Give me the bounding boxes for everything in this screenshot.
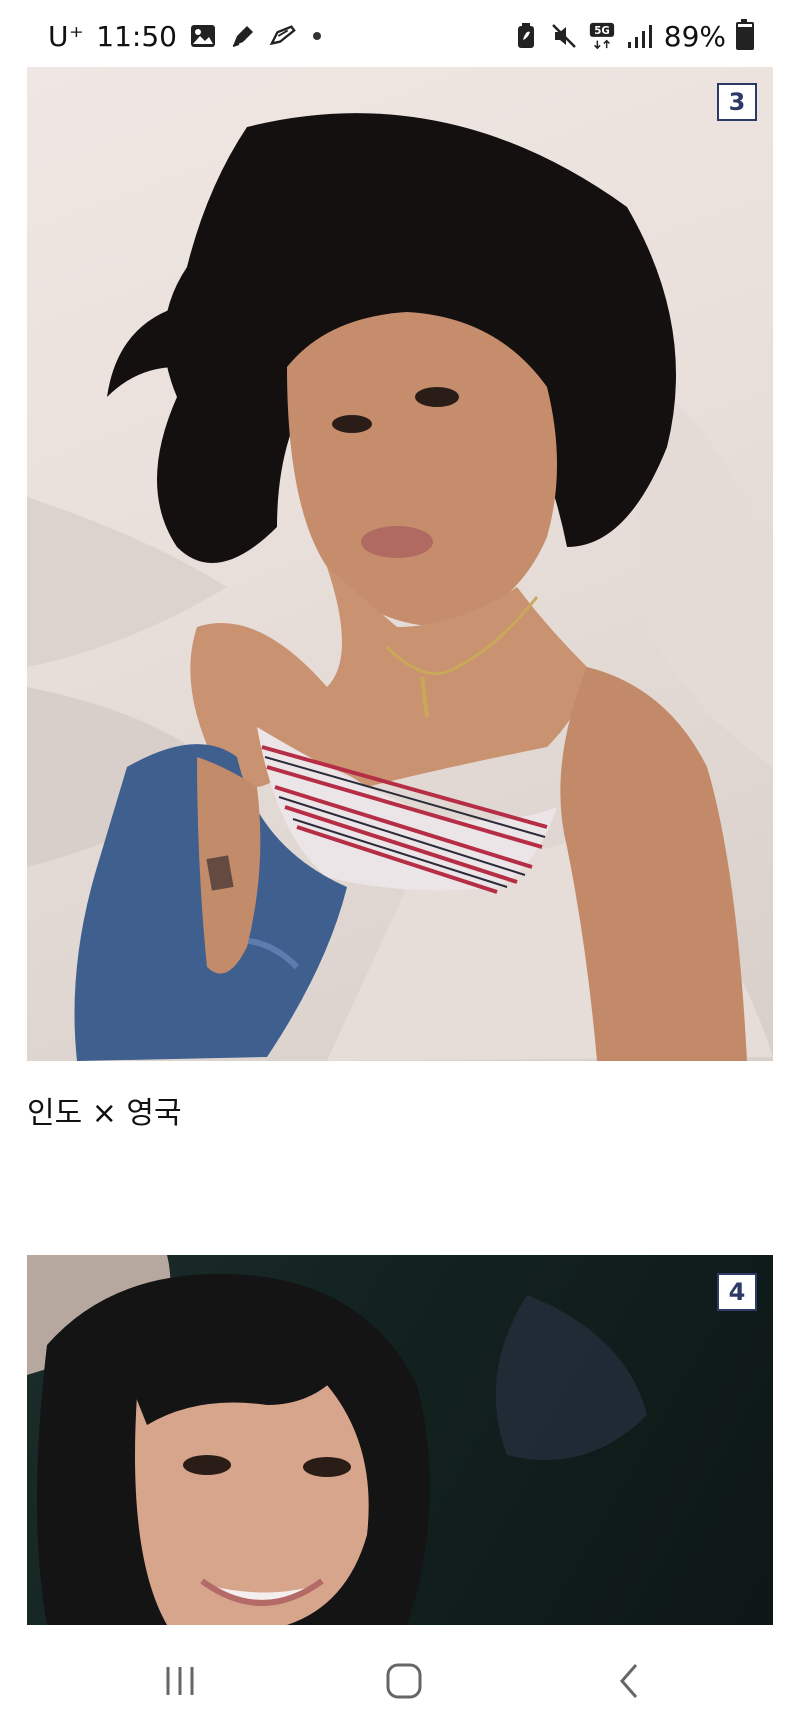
home-icon[interactable] <box>372 1649 436 1713</box>
photo-caption: 인도 × 영국 <box>27 1096 182 1131</box>
photo-illustration <box>27 113 773 1061</box>
feed-photo[interactable]: 3 <box>27 67 773 1061</box>
battery-saver-icon <box>512 22 540 50</box>
photo-number-badge: 4 <box>717 1273 757 1311</box>
status-bar: U⁺ 11:50 5G 89% <box>0 0 800 68</box>
battery-icon <box>736 19 754 50</box>
recents-icon[interactable] <box>148 1649 212 1713</box>
back-icon[interactable] <box>598 1649 662 1713</box>
signal-icon <box>626 22 654 50</box>
gallery-icon <box>189 22 217 50</box>
status-left: U⁺ 11:50 <box>48 18 321 54</box>
5g-icon: 5G <box>588 22 616 50</box>
status-right: 5G 89% <box>512 18 754 54</box>
battery-percent: 89% <box>663 19 726 53</box>
pen-icon <box>229 22 257 50</box>
mute-icon <box>550 22 578 50</box>
clock: 11:50 <box>96 19 177 53</box>
photo-illustration <box>27 1255 647 1625</box>
photo-number-badge: 3 <box>717 83 757 121</box>
navigation-bar <box>0 1629 800 1733</box>
carrier-label: U⁺ <box>48 19 85 53</box>
battery-level <box>738 26 752 48</box>
svg-text:5G: 5G <box>594 25 610 37</box>
note-icon <box>269 22 297 50</box>
more-notifications-dot <box>312 32 321 40</box>
feed-photo[interactable]: 4 <box>27 1255 773 1625</box>
